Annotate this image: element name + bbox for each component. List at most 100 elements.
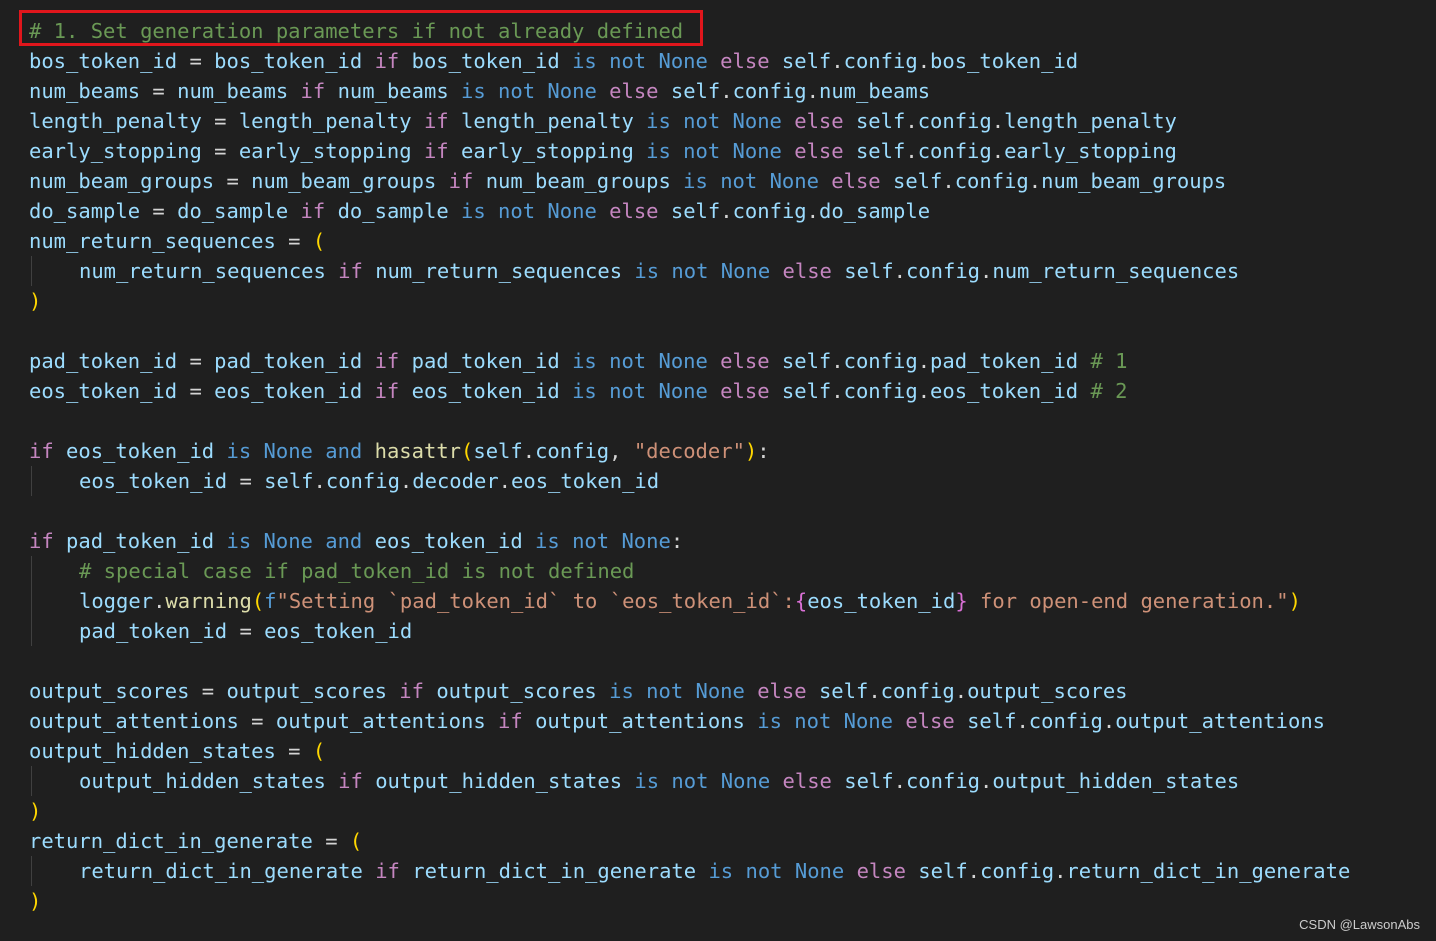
code-line-content: early_stopping = early_stopping if early… xyxy=(29,139,1177,163)
indent-guide xyxy=(31,766,80,796)
code-line[interactable]: do_sample = do_sample if do_sample is no… xyxy=(29,196,1350,226)
code-token: if xyxy=(362,859,413,883)
code-line-content: logger.warning(f"Setting `pad_token_id` … xyxy=(29,589,1301,613)
code-token: } xyxy=(955,589,968,613)
code-token: is None xyxy=(214,529,313,553)
code-token: output_hidden_states xyxy=(992,769,1240,793)
code-token: config xyxy=(980,859,1055,883)
code-token: if xyxy=(411,109,461,133)
code-line[interactable]: output_attentions = output_attentions if… xyxy=(29,706,1350,736)
code-token: is not None xyxy=(596,679,745,703)
code-line-content xyxy=(29,319,41,343)
code-token: do_sample xyxy=(177,199,289,223)
code-token: # 1 xyxy=(1078,349,1128,373)
code-token: if xyxy=(362,49,412,73)
code-token: eos_token_id xyxy=(214,379,363,403)
code-line[interactable] xyxy=(29,496,1350,526)
code-token: ) xyxy=(29,799,42,823)
code-line-content: num_return_sequences = ( xyxy=(29,229,325,253)
code-token: num_beams xyxy=(337,79,449,103)
code-token: = xyxy=(140,199,178,223)
code-token: = xyxy=(177,379,215,403)
code-token: for open-end generation." xyxy=(967,589,1289,613)
code-token: # special case if pad_token_id is not de… xyxy=(79,559,635,583)
code-token: . xyxy=(917,49,931,73)
code-token: eos_token_id xyxy=(807,589,956,613)
code-line[interactable] xyxy=(29,406,1350,436)
code-token: length_penalty xyxy=(461,109,634,133)
code-token: is not None xyxy=(633,109,782,133)
code-line[interactable]: output_scores = output_scores if output_… xyxy=(29,676,1350,706)
code-line-content: ) xyxy=(29,889,41,913)
code-token: num_beam_groups xyxy=(1041,169,1227,193)
code-token: config xyxy=(1028,709,1103,733)
code-token: num_return_sequences xyxy=(29,229,276,253)
code-token: is not None xyxy=(559,349,708,373)
code-line-content: num_beam_groups = num_beam_groups if num… xyxy=(29,169,1226,193)
code-token: decoder xyxy=(412,469,499,493)
code-line[interactable] xyxy=(29,646,1350,676)
code-token: . xyxy=(831,49,844,73)
code-token: self xyxy=(781,49,832,73)
code-token: self xyxy=(670,199,721,223)
code-token: config xyxy=(325,469,400,493)
code-token: . xyxy=(991,139,1005,163)
code-token: self xyxy=(967,709,1017,733)
code-line[interactable]: eos_token_id = self.config.decoder.eos_t… xyxy=(29,466,1350,496)
code-token: config xyxy=(917,139,992,163)
code-token: num_beams xyxy=(177,79,289,103)
code-token: "Setting `pad_token_id` to `eos_token_id… xyxy=(276,589,795,613)
code-line[interactable] xyxy=(29,316,1350,346)
code-token: ( xyxy=(312,229,326,253)
code-line[interactable]: logger.warning(f"Setting `pad_token_id` … xyxy=(29,586,1350,616)
code-token: ) xyxy=(1288,589,1301,613)
code-block[interactable]: # 1. Set generation parameters if not al… xyxy=(29,16,1350,916)
code-line[interactable]: bos_token_id = bos_token_id if bos_token… xyxy=(29,46,1350,76)
code-line[interactable]: num_return_sequences = ( xyxy=(29,226,1350,256)
code-token: = xyxy=(140,79,178,103)
code-line-content: output_hidden_states = ( xyxy=(29,739,325,763)
code-line[interactable]: pad_token_id = pad_token_id if pad_token… xyxy=(29,346,1350,376)
code-line[interactable]: ) xyxy=(29,796,1350,826)
code-line[interactable]: pad_token_id = eos_token_id xyxy=(29,616,1350,646)
code-line[interactable]: num_beams = num_beams if num_beams is no… xyxy=(29,76,1350,106)
code-token: else xyxy=(596,199,671,223)
code-token: is not None xyxy=(622,259,771,283)
code-line-content: do_sample = do_sample if do_sample is no… xyxy=(29,199,930,223)
code-token: is not None xyxy=(696,859,845,883)
code-token: num_return_sequences xyxy=(79,259,326,283)
code-token: is not None xyxy=(622,769,771,793)
code-line[interactable]: return_dict_in_generate = ( xyxy=(29,826,1350,856)
code-token: "decoder" xyxy=(633,439,745,463)
code-line[interactable]: eos_token_id = eos_token_id if eos_token… xyxy=(29,376,1350,406)
code-token: and xyxy=(312,439,375,463)
code-token: output_hidden_states xyxy=(375,769,623,793)
code-token: is not None xyxy=(633,139,782,163)
code-token: length_penalty xyxy=(1004,109,1177,133)
code-token: else xyxy=(781,109,856,133)
code-token: config xyxy=(954,169,1029,193)
code-token: . xyxy=(893,769,906,793)
code-line[interactable]: num_beam_groups = num_beam_groups if num… xyxy=(29,166,1350,196)
code-line[interactable]: if eos_token_id is None and hasattr(self… xyxy=(29,436,1350,466)
code-line-content: bos_token_id = bos_token_id if bos_token… xyxy=(29,49,1078,73)
code-token: config xyxy=(843,349,918,373)
code-line[interactable]: output_hidden_states = ( xyxy=(29,736,1350,766)
code-token: if xyxy=(325,769,376,793)
code-line-content: # special case if pad_token_id is not de… xyxy=(29,559,634,583)
code-token: self xyxy=(264,469,314,493)
code-line[interactable]: length_penalty = length_penalty if lengt… xyxy=(29,106,1350,136)
code-token: . xyxy=(1054,859,1067,883)
code-line-content: pad_token_id = pad_token_id if pad_token… xyxy=(29,349,1128,373)
code-line[interactable]: early_stopping = early_stopping if early… xyxy=(29,136,1350,166)
code-line[interactable]: ) xyxy=(29,886,1350,916)
code-line[interactable]: output_hidden_states if output_hidden_st… xyxy=(29,766,1350,796)
code-editor[interactable]: # 1. Set generation parameters if not al… xyxy=(0,0,1436,941)
code-line[interactable]: # special case if pad_token_id is not de… xyxy=(29,556,1350,586)
code-line[interactable]: num_return_sequences if num_return_seque… xyxy=(29,256,1350,286)
code-line[interactable]: if pad_token_id is None and eos_token_id… xyxy=(29,526,1350,556)
code-token: bos_token_id xyxy=(930,49,1079,73)
code-line[interactable]: ) xyxy=(29,286,1350,316)
code-line[interactable]: return_dict_in_generate if return_dict_i… xyxy=(29,856,1350,886)
code-token: . xyxy=(806,79,819,103)
